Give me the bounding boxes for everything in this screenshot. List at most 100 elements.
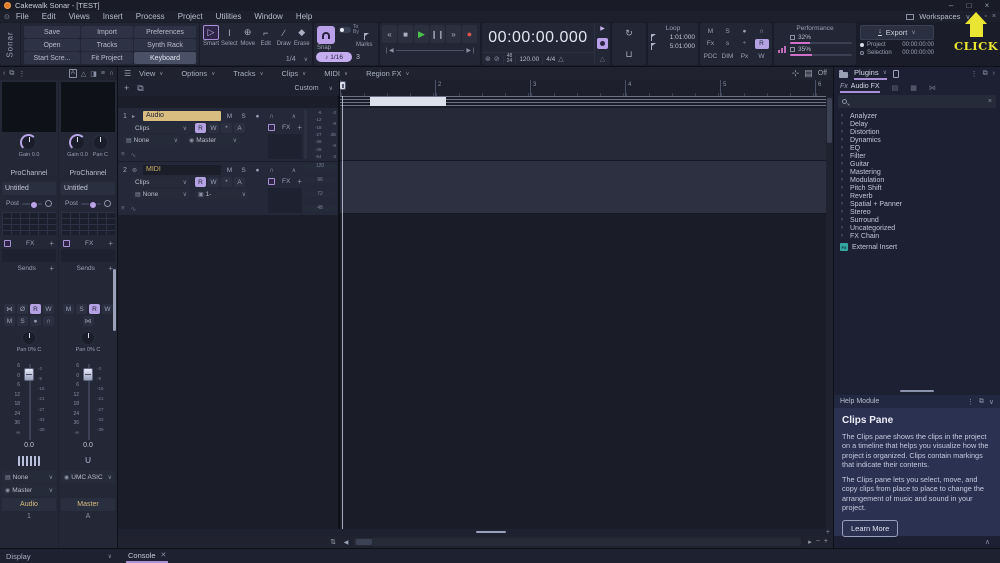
input-dropdown[interactable]: ▤None∨	[123, 135, 181, 145]
menu-item[interactable]: File	[16, 12, 29, 21]
selection-radio[interactable]	[860, 51, 864, 55]
strip-button[interactable]: W	[102, 304, 113, 314]
mute-button[interactable]: M	[224, 111, 235, 121]
plugin-category[interactable]: › Uncategorized	[834, 224, 1000, 232]
chevron-right-icon[interactable]: ›	[841, 153, 846, 159]
strip-button[interactable]: ⋈	[4, 304, 15, 314]
solo-button[interactable]: S	[238, 111, 249, 121]
prochannel-label[interactable]: ProChannel	[0, 170, 58, 182]
strip-button[interactable]: R	[89, 304, 100, 314]
mix-module-button[interactable]: M	[704, 26, 718, 36]
playhead-handle[interactable]	[340, 81, 346, 90]
chevron-down-icon[interactable]: ∨	[989, 398, 994, 406]
track-name[interactable]: Audio	[143, 111, 221, 121]
volume-fader[interactable]: 60612182436∞ -3-9-15-21-27-33-39	[0, 360, 58, 442]
archive-button[interactable]: A	[234, 177, 245, 187]
fx-enable-icon[interactable]	[63, 240, 70, 247]
read-automation-button[interactable]: R	[195, 177, 206, 187]
chevron-right-icon[interactable]: ›	[841, 201, 846, 207]
tool-button[interactable]: ∕ Draw	[276, 25, 292, 47]
freeze-button[interactable]: *	[221, 123, 232, 133]
console-tab[interactable]: Console ✕	[126, 549, 168, 563]
browser-tab-plugins[interactable]: Plugins∨	[854, 68, 887, 80]
mix-module-button[interactable]: ÷	[738, 39, 752, 49]
project-module-button[interactable]: Open	[24, 39, 80, 51]
gain-knob[interactable]	[69, 134, 86, 151]
post-fader-slider[interactable]	[22, 203, 42, 205]
stop-button[interactable]: ■	[398, 25, 413, 43]
eq-plot[interactable]	[2, 212, 56, 235]
module-display[interactable]	[2, 82, 56, 132]
kebab-menu-icon[interactable]: ⋮	[18, 70, 25, 78]
strip-track-name[interactable]: Master	[61, 498, 115, 511]
fx-bin[interactable]	[268, 188, 302, 213]
menu-item[interactable]: Project	[178, 12, 203, 21]
plugin-category[interactable]: › EQ	[834, 144, 1000, 152]
tool-button[interactable]: ◆ Erase	[294, 25, 310, 47]
rewind-button[interactable]: «	[382, 25, 397, 43]
track-name[interactable]: MIDI	[143, 165, 221, 175]
strip-button[interactable]: R	[30, 304, 41, 314]
copy-icon[interactable]: ⧉	[9, 70, 14, 78]
snap-resolution-button[interactable]: ♪ 1/16	[316, 52, 352, 62]
sends-bin[interactable]	[59, 274, 117, 302]
audio-fx-tab[interactable]: FxAudio FX	[840, 83, 880, 93]
strip-name-field[interactable]: Untitled	[61, 182, 115, 195]
navigator-segment[interactable]	[370, 97, 446, 106]
strip-track-name[interactable]: Audio	[2, 498, 56, 511]
menu-item[interactable]: Help	[296, 12, 312, 21]
mix-module-button[interactable]: S	[721, 26, 735, 36]
instruments-tab-icon[interactable]: ▦	[910, 84, 917, 92]
fx-bin[interactable]	[2, 249, 56, 262]
record-mode-button[interactable]	[597, 38, 608, 49]
rewire-tab-icon[interactable]: ⋈	[929, 84, 936, 92]
splitter-handle[interactable]	[476, 531, 506, 533]
popout-icon[interactable]: ⧉	[979, 398, 984, 406]
strip-name-field[interactable]: Untitled	[2, 182, 56, 195]
chevron-right-icon[interactable]: ›	[841, 113, 846, 119]
write-automation-button[interactable]: W	[208, 123, 219, 133]
collapse-up-icon[interactable]: ∧	[985, 538, 990, 546]
strip-button[interactable]: ●	[30, 316, 41, 326]
close-tab-icon[interactable]: ✕	[161, 551, 167, 559]
zoom-in-icon[interactable]: +	[826, 529, 830, 536]
pause-button[interactable]: ❙❙	[430, 25, 445, 43]
mix-module-button[interactable]: Fx	[704, 39, 718, 49]
play-marker-icon[interactable]: ▶	[600, 25, 605, 32]
audio-tab-icon[interactable]: A	[69, 69, 77, 78]
strip-button[interactable]: S	[17, 316, 28, 326]
output-dropdown[interactable]: ◉Master∨	[186, 135, 240, 145]
time-display[interactable]: 00:00:00.000	[482, 23, 594, 52]
chevron-right-icon[interactable]: ›	[841, 209, 846, 215]
pan-knob[interactable]	[21, 330, 37, 346]
input-dropdown[interactable]: ▤ None ∨	[2, 471, 56, 483]
list-tab-icon[interactable]: ≡	[101, 70, 105, 77]
power-icon[interactable]	[104, 200, 111, 207]
metronome-record-icon[interactable]: ⊘	[494, 55, 500, 63]
display-dropdown[interactable]: Display ∨	[0, 552, 118, 561]
strip-button[interactable]: ⋈	[83, 316, 94, 326]
mix-module-button[interactable]: ●	[738, 26, 752, 36]
input-dropdown[interactable]: ▤None∨	[132, 189, 190, 199]
prochannel-label[interactable]: ProChannel	[59, 170, 117, 182]
write-automation-button[interactable]: W	[208, 177, 219, 187]
project-module-button[interactable]: Import	[81, 26, 133, 38]
add-fx-icon[interactable]: +	[49, 239, 54, 248]
output-dropdown[interactable]: ◉ Master ∨	[2, 484, 56, 496]
plugin-category[interactable]: › Analyzer	[834, 112, 1000, 120]
automation-icon[interactable]: ∿	[131, 205, 136, 213]
output-dropdown[interactable]: ▣1-∨	[195, 189, 249, 199]
trackview-menu[interactable]: MIDI∨	[324, 69, 348, 78]
gain-knob[interactable]	[20, 134, 37, 151]
mix-module-button[interactable]: DIM	[721, 52, 735, 62]
duplicate-icon[interactable]: ⧉	[137, 83, 143, 94]
chevron-right-icon[interactable]: ›	[841, 177, 846, 183]
project-module-button[interactable]: Fit Project	[81, 52, 133, 64]
solo-button[interactable]: S	[238, 165, 249, 175]
plugin-category[interactable]: › Reverb	[834, 192, 1000, 200]
sends-bin[interactable]	[0, 274, 58, 302]
fader-thumb[interactable]	[24, 368, 34, 381]
kebab-menu-icon[interactable]: ⋮	[971, 70, 978, 78]
folder-icon[interactable]	[839, 72, 848, 78]
strip-button[interactable]: ∩	[43, 316, 54, 326]
